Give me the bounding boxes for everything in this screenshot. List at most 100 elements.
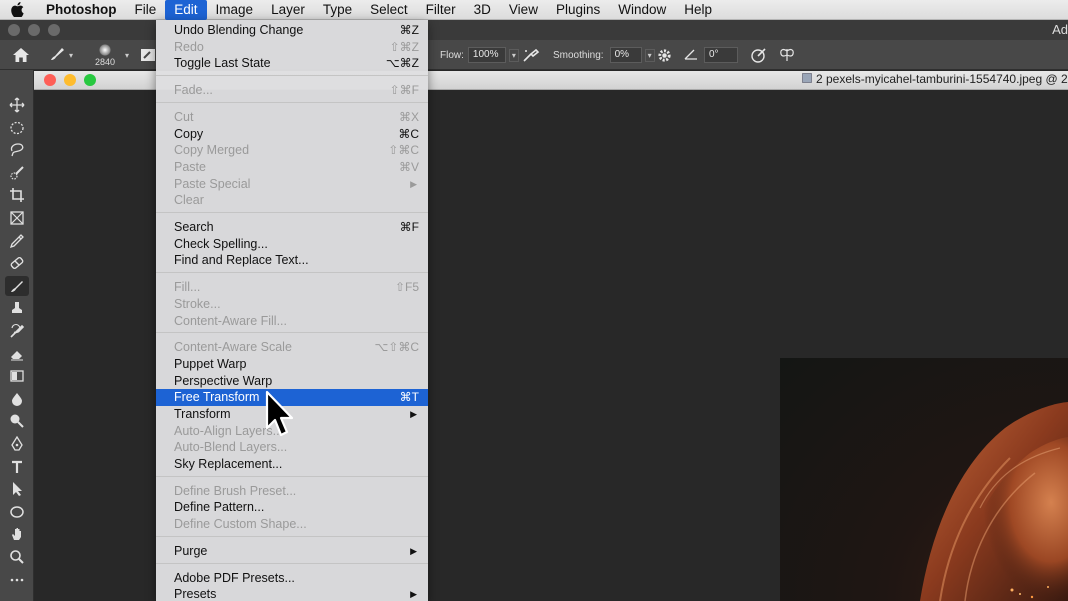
menu-item-fade[interactable]: Fade... ⇧⌘F bbox=[156, 82, 428, 99]
menu-edit[interactable]: Edit bbox=[165, 0, 207, 20]
angle-icon bbox=[684, 48, 698, 63]
menu-item-check-spelling[interactable]: Check Spelling... bbox=[156, 236, 428, 253]
symmetry-icon[interactable] bbox=[778, 40, 796, 70]
menu-item-label: Free Transform bbox=[174, 390, 260, 405]
brush-picker-chevron[interactable]: ▾ bbox=[122, 40, 129, 70]
history-brush-tool-icon[interactable] bbox=[5, 321, 29, 341]
zoom-window-button[interactable] bbox=[48, 24, 60, 36]
menu-item-cut[interactable]: Cut ⌘X bbox=[156, 109, 428, 126]
brush-settings-icon[interactable] bbox=[140, 40, 156, 70]
smoothing-dropdown[interactable]: ▾ bbox=[644, 48, 655, 62]
menu-help[interactable]: Help bbox=[675, 0, 721, 20]
zoom-document-button[interactable] bbox=[84, 74, 96, 86]
menu-item-presets[interactable]: Presets ▶ bbox=[156, 586, 428, 601]
ellipse-tool-icon[interactable] bbox=[5, 502, 29, 522]
menu-item-search[interactable]: Search ⌘F bbox=[156, 219, 428, 236]
menu-item-content-aware-fill[interactable]: Content-Aware Fill... bbox=[156, 313, 428, 330]
menu-photoshop[interactable]: Photoshop bbox=[34, 0, 126, 20]
crop-tool-icon[interactable] bbox=[5, 185, 29, 205]
quick-selection-tool-icon[interactable] bbox=[5, 163, 29, 183]
smoothing-input[interactable]: 0% bbox=[609, 47, 642, 63]
gradient-tool-icon[interactable] bbox=[5, 366, 29, 386]
menu-item-adobe-pdf-presets[interactable]: Adobe PDF Presets... bbox=[156, 570, 428, 587]
gear-icon[interactable] bbox=[657, 40, 672, 70]
dodge-tool-icon[interactable] bbox=[5, 411, 29, 431]
clone-stamp-tool-icon[interactable] bbox=[5, 298, 29, 318]
move-tool-icon[interactable] bbox=[5, 95, 29, 115]
menu-layer[interactable]: Layer bbox=[262, 0, 314, 20]
menu-separator bbox=[156, 332, 428, 334]
menu-item-label: Presets bbox=[174, 587, 217, 601]
flow-dropdown[interactable]: ▾ bbox=[508, 48, 519, 62]
menu-item-paste-special[interactable]: Paste Special ▶ bbox=[156, 176, 428, 193]
menu-item-clear[interactable]: Clear bbox=[156, 192, 428, 209]
menu-item-auto-blend-layers[interactable]: Auto-Blend Layers... bbox=[156, 439, 428, 456]
menu-item-sky-replacement[interactable]: Sky Replacement... bbox=[156, 456, 428, 473]
eraser-tool-icon[interactable] bbox=[5, 344, 29, 364]
hand-tool-icon[interactable] bbox=[5, 524, 29, 544]
marquee-tool-icon[interactable] bbox=[5, 118, 29, 138]
more-tools-icon[interactable] bbox=[5, 570, 29, 590]
menu-item-define-brush-preset[interactable]: Define Brush Preset... bbox=[156, 483, 428, 500]
tool-preset-picker[interactable]: ▾ bbox=[48, 40, 73, 70]
document-title-text: 2 pexels-myicahel-tamburini-1554740.jpeg… bbox=[816, 72, 1068, 86]
angle-input[interactable]: 0° bbox=[704, 47, 738, 63]
blur-tool-icon[interactable] bbox=[5, 389, 29, 409]
menu-image[interactable]: Image bbox=[207, 0, 263, 20]
pen-tool-icon[interactable] bbox=[5, 434, 29, 454]
zoom-tool-icon[interactable] bbox=[5, 547, 29, 567]
menu-item-label: Define Pattern... bbox=[174, 500, 265, 515]
close-document-button[interactable] bbox=[44, 74, 56, 86]
chevron-down-icon: ▾ bbox=[69, 50, 74, 60]
frame-tool-icon[interactable] bbox=[5, 208, 29, 228]
menu-item-shortcut: ⌘V bbox=[398, 159, 419, 174]
menu-item-stroke[interactable]: Stroke... bbox=[156, 296, 428, 313]
menu-item-puppet-warp[interactable]: Puppet Warp bbox=[156, 356, 428, 373]
menu-item-copy[interactable]: Copy ⌘C bbox=[156, 126, 428, 143]
path-selection-tool-icon[interactable] bbox=[5, 479, 29, 499]
menu-item-toggle-last-state[interactable]: Toggle Last State ⌥⌘Z bbox=[156, 55, 428, 72]
menu-item-copy-merged[interactable]: Copy Merged ⇧⌘C bbox=[156, 142, 428, 159]
menu-item-shortcut: ⇧⌘Z bbox=[389, 39, 419, 54]
menu-item-content-aware-scale[interactable]: Content-Aware Scale ⌥⇧⌘C bbox=[156, 339, 428, 356]
menu-separator bbox=[156, 74, 428, 77]
home-icon[interactable] bbox=[12, 40, 30, 70]
menu-item-label: Clear bbox=[174, 193, 204, 208]
type-tool-icon[interactable] bbox=[5, 457, 29, 477]
brush-picker[interactable]: 2840 bbox=[95, 40, 115, 70]
menu-item-define-custom-shape[interactable]: Define Custom Shape... bbox=[156, 516, 428, 533]
menu-file[interactable]: File bbox=[126, 0, 166, 20]
menu-view[interactable]: View bbox=[500, 0, 547, 20]
menu-item-paste[interactable]: Paste ⌘V bbox=[156, 159, 428, 176]
menu-plugins[interactable]: Plugins bbox=[547, 0, 609, 20]
menu-item-purge[interactable]: Purge ▶ bbox=[156, 543, 428, 560]
minimize-document-button[interactable] bbox=[64, 74, 76, 86]
menu-filter[interactable]: Filter bbox=[417, 0, 465, 20]
brush-tool-icon[interactable] bbox=[5, 275, 29, 296]
pressure-size-icon[interactable] bbox=[750, 40, 767, 70]
menu-item-define-pattern[interactable]: Define Pattern... bbox=[156, 499, 428, 516]
menu-type[interactable]: Type bbox=[314, 0, 361, 20]
airbrush-icon[interactable] bbox=[522, 40, 540, 70]
lasso-tool-icon[interactable] bbox=[5, 140, 29, 160]
menu-item-label: Paste Special bbox=[174, 176, 251, 191]
menu-item-label: Check Spelling... bbox=[174, 236, 268, 251]
menu-item-undo-blending-change[interactable]: Undo Blending Change ⌘Z bbox=[156, 22, 428, 39]
menu-item-label: Perspective Warp bbox=[174, 373, 273, 388]
close-window-button[interactable] bbox=[8, 24, 20, 36]
flow-input[interactable]: 100% bbox=[467, 47, 506, 63]
apple-menu-icon[interactable] bbox=[0, 0, 34, 20]
menu-item-fill[interactable]: Fill... ⇧F5 bbox=[156, 279, 428, 296]
menu-item-redo[interactable]: Redo ⇧⌘Z bbox=[156, 39, 428, 56]
menu-item-perspective-warp[interactable]: Perspective Warp bbox=[156, 373, 428, 390]
eyedropper-tool-icon[interactable] bbox=[5, 231, 29, 251]
menu-select[interactable]: Select bbox=[361, 0, 417, 20]
healing-brush-tool-icon[interactable] bbox=[5, 253, 29, 273]
minimize-window-button[interactable] bbox=[28, 24, 40, 36]
menu-item-label: Content-Aware Fill... bbox=[174, 313, 288, 328]
flow-control: Flow: 100% ▾ bbox=[440, 40, 519, 70]
menu-3d[interactable]: 3D bbox=[465, 0, 500, 20]
menu-window[interactable]: Window bbox=[609, 0, 675, 20]
tools-panel bbox=[0, 70, 34, 601]
menu-item-find-and-replace-text[interactable]: Find and Replace Text... bbox=[156, 252, 428, 269]
